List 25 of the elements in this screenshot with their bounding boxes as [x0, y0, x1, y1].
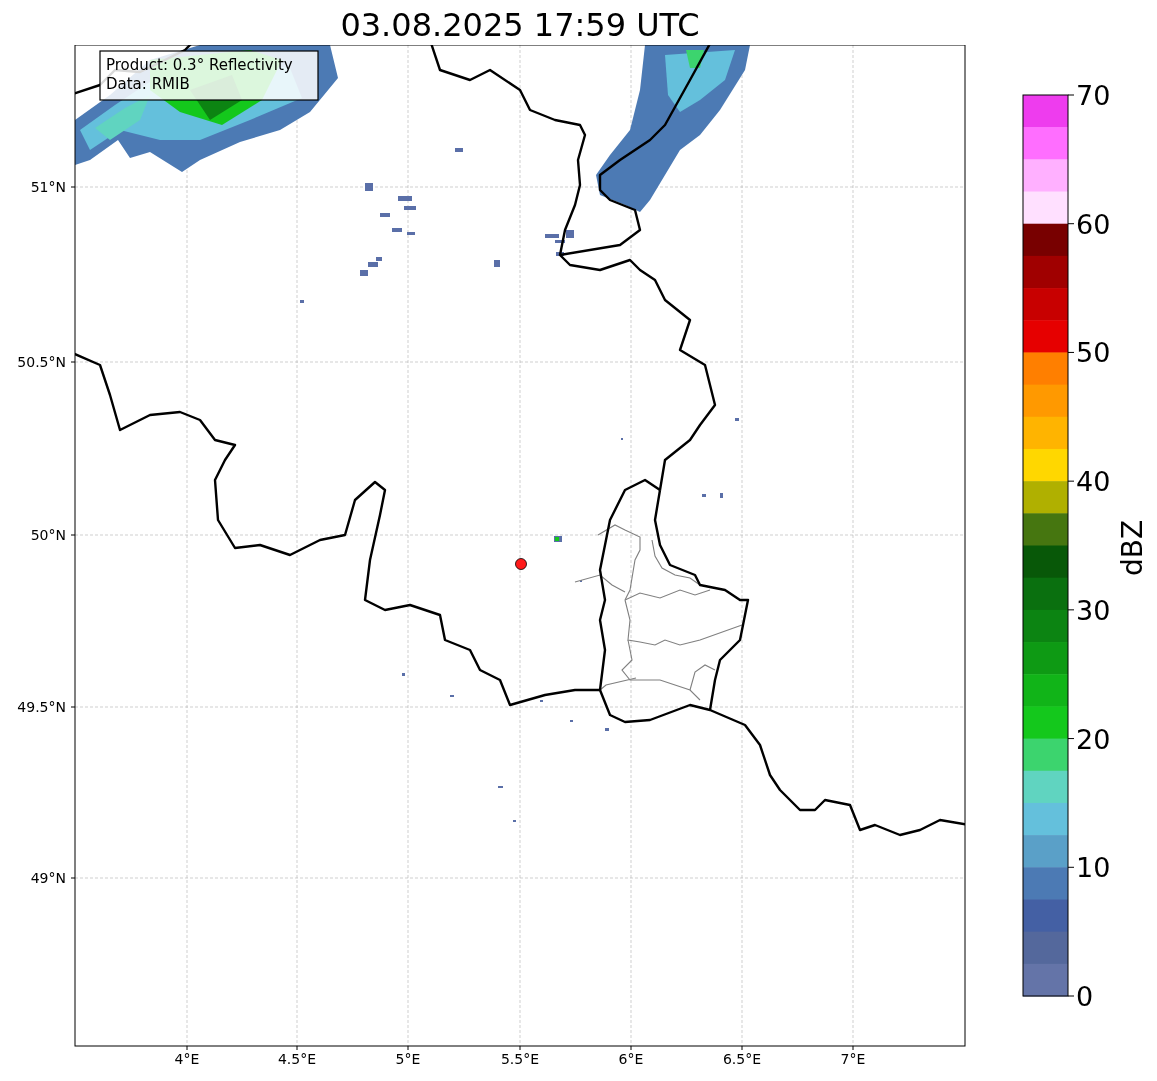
- latitude-label: 50°N: [30, 527, 66, 543]
- latitude-label: 50.5°N: [17, 354, 66, 370]
- colorbar-tick-label: 20: [1076, 723, 1111, 755]
- longitude-label: 6°E: [618, 1051, 644, 1067]
- colorbar-tick-label: 50: [1076, 337, 1111, 369]
- colorbar-tick-label: 0: [1076, 981, 1094, 1012]
- colorbar-tick-label: 70: [1076, 80, 1111, 111]
- longitude-label: 5.5°E: [500, 1051, 540, 1067]
- longitude-label: 4°E: [174, 1051, 200, 1067]
- colorbar-tick-label: 10: [1076, 852, 1111, 884]
- colorbar-tick-label: 60: [1076, 208, 1111, 240]
- longitude-label: 4.5°E: [277, 1051, 317, 1067]
- latitude-label: 51°N: [30, 179, 66, 195]
- chart-title: 03.08.2025 17:59 UTC: [340, 4, 700, 45]
- radar-site-marker: [515, 558, 527, 570]
- colorbar-label: dBZ: [1116, 519, 1149, 577]
- info-text: Product: 0.3° Reflectivity: [106, 56, 293, 74]
- longitude-label: 5°E: [395, 1051, 421, 1067]
- latitude-label: 49.5°N: [17, 699, 66, 715]
- longitude-label: 6.5°E: [722, 1051, 762, 1067]
- latitude-label: 49°N: [30, 870, 66, 886]
- colorbar-tick-label: 40: [1076, 466, 1111, 498]
- info-text: Data: RMIB: [106, 75, 190, 93]
- colorbar-tick-label: 30: [1076, 594, 1111, 626]
- longitude-label: 7°E: [840, 1051, 866, 1067]
